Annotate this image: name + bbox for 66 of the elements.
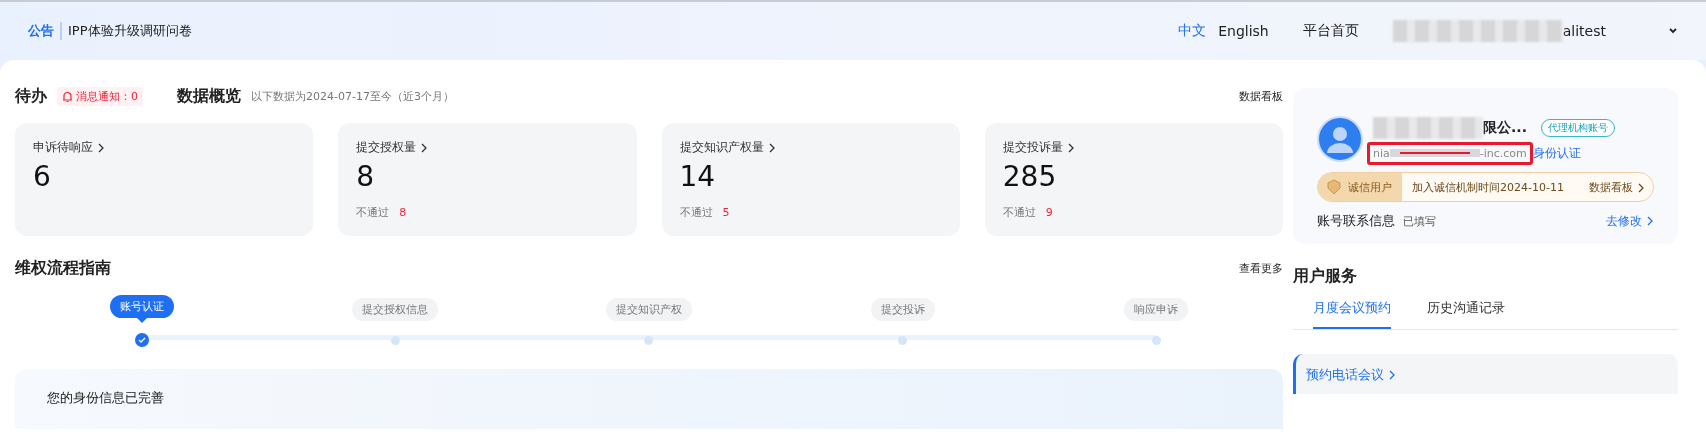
chevron-right-icon [1388, 370, 1396, 380]
step-label[interactable]: 账号认证 [109, 295, 174, 318]
step-dot [1151, 336, 1161, 345]
chevron-right-icon [420, 142, 429, 153]
home-link[interactable]: 平台首页 [1302, 22, 1359, 40]
step-label[interactable]: 提交授权信息 [352, 298, 439, 321]
step-label[interactable]: 提交投诉 [870, 298, 935, 321]
step-dot [390, 336, 400, 345]
user-name[interactable]: alitest [1562, 23, 1606, 39]
guide-title: 维权流程指南 [15, 258, 111, 279]
info-message: 您的身份信息已完善 [47, 390, 164, 405]
overview-subtitle: 以下数据为2024-07-17至今（近3个月） [251, 89, 454, 104]
stat-link[interactable]: 提交投诉量 [1002, 139, 1265, 156]
medal-icon [1326, 179, 1342, 195]
announcement-link[interactable]: IPP体验升级调研问卷 [68, 22, 192, 40]
credit-tag: 诚信用户 [1318, 173, 1402, 201]
service-tab[interactable]: 历史沟通记录 [1427, 299, 1505, 329]
service-tab[interactable]: 月度会议预约 [1313, 299, 1391, 329]
step-label[interactable]: 响应申诉 [1124, 298, 1189, 321]
chevron-right-icon [97, 142, 105, 153]
fail-label: 不通过 [679, 205, 713, 220]
stat-value: 8 [356, 160, 376, 193]
company-name: 限公... [1483, 118, 1527, 137]
bell-icon [62, 90, 73, 103]
step-dot [898, 336, 908, 345]
pointer-tail [136, 318, 147, 323]
email-end: -inc.com [1479, 146, 1527, 160]
more-link[interactable]: 查看更多 [1239, 261, 1283, 276]
step-label[interactable]: 提交知识产权 [606, 298, 692, 321]
contact-label: 账号联系信息 [1317, 212, 1395, 230]
email-start: nia [1373, 146, 1390, 160]
announcement-tag: 公告 [28, 22, 62, 40]
todo-title: 待办 [15, 86, 47, 107]
overview-title: 数据概览 [177, 86, 241, 107]
fail-count: 9 [1045, 206, 1053, 219]
stat-link[interactable]: 提交授权量 [356, 139, 619, 156]
fail-label: 不通过 [1002, 205, 1036, 220]
chevron-right-icon [1637, 182, 1645, 193]
chevron-right-icon [767, 142, 776, 153]
notice-badge[interactable]: 消息通知：0 [57, 87, 143, 106]
stat-link[interactable]: 申诉待响应 [33, 139, 296, 156]
account-type-badge: 代理机构账号 [1540, 118, 1615, 137]
dashboard-link[interactable]: 数据看板 [1239, 89, 1283, 104]
edit-link[interactable]: 去修改 [1606, 212, 1642, 230]
stat-link[interactable]: 提交知识产权量 [679, 139, 942, 156]
fail-count: 5 [722, 206, 730, 219]
credit-date: 加入诚信机制时间2024-10-11 [1412, 179, 1564, 195]
stat-value: 6 [33, 160, 52, 193]
stat-value: 285 [1002, 160, 1058, 193]
contact-status: 已填写 [1403, 213, 1436, 229]
check-icon [134, 333, 149, 347]
stat-value: 14 [679, 160, 717, 193]
fail-count: 8 [399, 206, 407, 219]
service-link[interactable]: 预约电话会议 [1306, 366, 1384, 384]
language-option[interactable]: 中文 [1178, 22, 1207, 40]
chevron-right-icon [1646, 216, 1654, 226]
caret-down-icon[interactable] [1668, 27, 1678, 35]
verify-link[interactable]: 身份认证 [1532, 144, 1581, 162]
credit-dashboard-link[interactable]: 数据看板 [1589, 179, 1633, 195]
language-option[interactable]: English [1218, 23, 1269, 39]
service-item[interactable]: 预约电话会议 [1293, 354, 1678, 394]
services-title: 用户服务 [1293, 266, 1358, 287]
fail-label: 不通过 [356, 205, 390, 220]
step-dot [644, 336, 654, 345]
avatar-icon [1317, 116, 1363, 162]
chevron-right-icon [1066, 142, 1075, 153]
